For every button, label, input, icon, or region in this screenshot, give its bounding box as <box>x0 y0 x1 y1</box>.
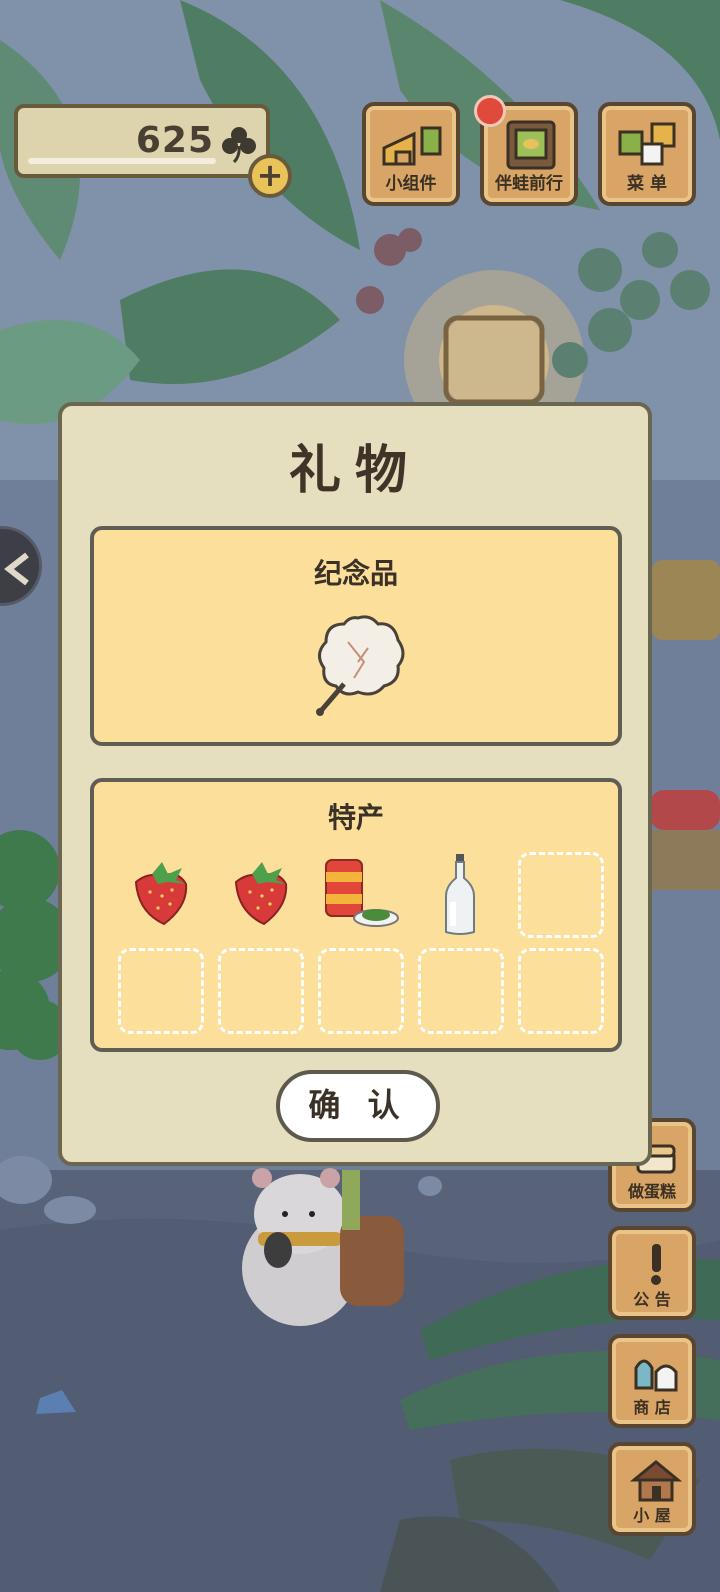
menu-icon <box>618 122 676 166</box>
add-clover-button[interactable]: + <box>248 154 292 198</box>
specialty-panel: 特产 <box>90 778 622 1052</box>
canned-food-icon[interactable] <box>320 854 400 934</box>
confirm-button[interactable]: 确 认 <box>276 1070 440 1142</box>
house-icon <box>630 1460 682 1502</box>
announcement-label: 公 告 <box>633 1290 671 1309</box>
clover-icon <box>222 127 256 164</box>
widget-button-label: 小组件 <box>385 174 437 194</box>
empty-slot[interactable] <box>518 948 604 1034</box>
menu-button-label: 菜 单 <box>627 174 667 194</box>
gift-dialog: 礼物 纪念品 特产 确 认 <box>58 402 652 1166</box>
empty-slot[interactable] <box>218 948 304 1034</box>
widget-icon <box>382 126 442 166</box>
back-arrow-button[interactable] <box>0 526 42 606</box>
strawberry-icon[interactable] <box>128 856 198 930</box>
souvenir-title: 纪念品 <box>313 557 398 590</box>
souvenir-panel: 纪念品 <box>90 526 622 746</box>
glass-bottle-icon[interactable] <box>440 852 480 938</box>
shop-bag-icon <box>634 1359 678 1392</box>
dialog-title: 礼物 <box>288 441 421 501</box>
empty-slot[interactable] <box>518 852 604 938</box>
clover-counter: 625 <box>14 104 270 178</box>
shop-button[interactable]: 商 店 <box>608 1334 696 1428</box>
empty-slot[interactable] <box>318 948 404 1034</box>
clover-bar <box>28 158 216 164</box>
specialty-title: 特产 <box>327 801 384 834</box>
shop-label: 商 店 <box>633 1398 671 1417</box>
journal-icon <box>506 120 556 170</box>
menu-button[interactable]: 菜 单 <box>598 102 696 206</box>
exclamation-icon <box>651 1244 661 1285</box>
empty-slot[interactable] <box>118 948 204 1034</box>
empty-slot[interactable] <box>418 948 504 1034</box>
frog-journey-button-label: 伴蛙前行 <box>495 174 563 194</box>
clover-count: 625 <box>135 120 214 161</box>
announcement-button[interactable]: 公 告 <box>608 1226 696 1320</box>
make-cake-label: 做蛋糕 <box>627 1182 676 1201</box>
fan-icon[interactable] <box>308 612 408 722</box>
strawberry-icon[interactable] <box>228 856 298 930</box>
notification-dot <box>474 95 506 127</box>
widget-button[interactable]: 小组件 <box>362 102 460 206</box>
chevron-left-icon <box>4 552 29 586</box>
house-label: 小 屋 <box>633 1506 671 1525</box>
house-button[interactable]: 小 屋 <box>608 1442 696 1536</box>
